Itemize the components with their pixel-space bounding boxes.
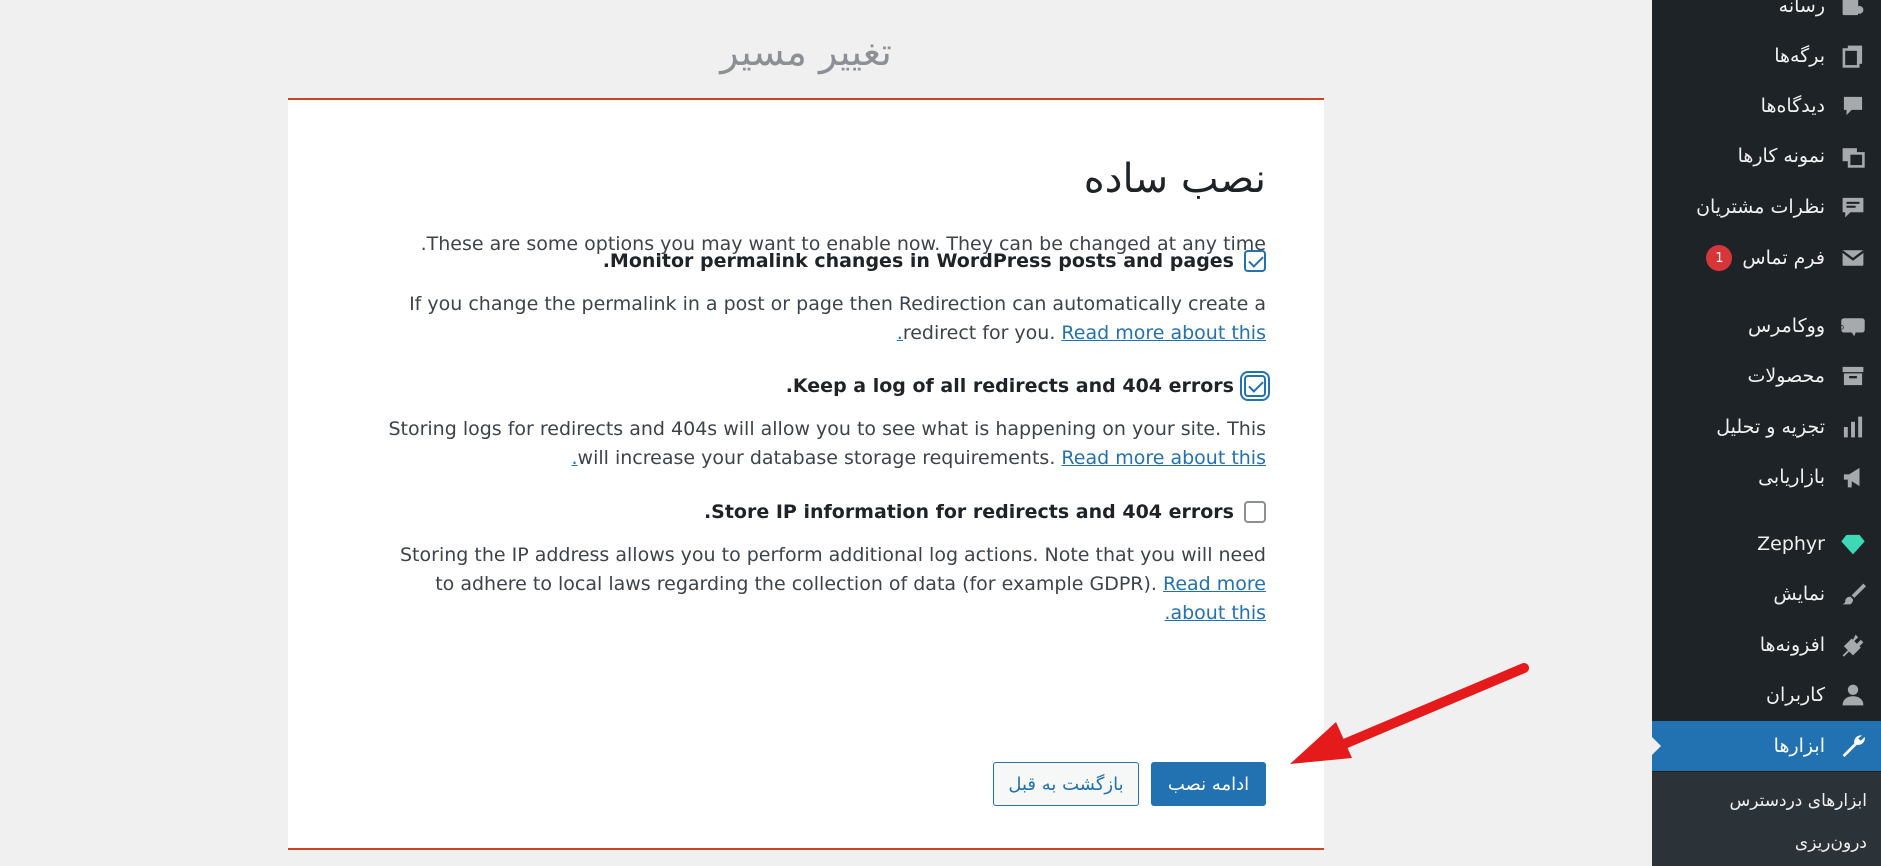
notification-badge: 1 <box>1706 245 1733 271</box>
setup-card: نصب ساده These are some options you may … <box>288 98 1324 850</box>
sidebar-item-users[interactable]: کاربران <box>1652 670 1881 720</box>
option-description: Storing the IP address allows you to per… <box>400 544 1266 624</box>
archive-icon <box>1839 362 1867 390</box>
pages-icon <box>1839 42 1867 70</box>
mail-icon <box>1839 244 1867 272</box>
store-ip-checkbox[interactable] <box>1244 501 1266 523</box>
go-back-button[interactable]: بازگشت به قبل <box>993 762 1139 806</box>
option-store-ip[interactable]: Store IP information for redirects and 4… <box>704 501 1266 523</box>
sidebar-item-tools[interactable]: ابزارها <box>1651 721 1881 771</box>
diamond-icon <box>1839 530 1867 558</box>
user-icon <box>1839 681 1867 709</box>
chart-bar-icon <box>1839 413 1867 441</box>
sidebar-item-zephyr[interactable]: Zephyr <box>1652 519 1881 569</box>
read-more-link[interactable]: Read more about this. <box>1163 573 1266 624</box>
card-heading: نصب ساده <box>1083 156 1266 202</box>
sidebar-item-media[interactable]: رسانه <box>1652 0 1881 31</box>
sidebar-item-pages[interactable]: برگه‌ها <box>1652 31 1881 81</box>
sidebar-item-contact-form[interactable]: فرم تماس 1 <box>1652 233 1881 283</box>
brush-icon <box>1839 580 1867 608</box>
sidebar-item-woocommerce[interactable]: woo ووکامرس <box>1652 301 1881 351</box>
submenu-item-import[interactable]: درون‌ریزی <box>1795 833 1867 853</box>
megaphone-icon <box>1839 463 1867 491</box>
portfolio-icon <box>1839 142 1867 170</box>
option-description: If you change the permalink in a post or… <box>409 293 1266 344</box>
option-label: Keep a log of all redirects and 404 erro… <box>785 375 1234 397</box>
monitor-permalinks-checkbox[interactable] <box>1244 250 1266 272</box>
plugin-icon <box>1839 631 1867 659</box>
option-label: Store IP information for redirects and 4… <box>703 501 1234 523</box>
option-description: Storing logs for redirects and 404s will… <box>388 418 1266 469</box>
testimonial-icon <box>1839 193 1867 221</box>
svg-text:woo: woo <box>1840 322 1844 331</box>
option-keep-log[interactable]: Keep a log of all redirects and 404 erro… <box>786 375 1266 397</box>
sidebar-item-comments[interactable]: دیدگاه‌ها <box>1652 81 1881 131</box>
sidebar-item-marketing[interactable]: بازاریابی <box>1652 452 1881 502</box>
sidebar-item-analytics[interactable]: تجزیه و تحلیل <box>1652 402 1881 452</box>
continue-setup-button[interactable]: ادامه نصب <box>1151 762 1266 806</box>
tools-submenu: ابزارهای دردسترس درون‌ریزی <box>1652 772 1881 866</box>
sidebar-item-products[interactable]: محصولات <box>1652 351 1881 401</box>
option-monitor-permalinks[interactable]: Monitor permalink changes in WordPress p… <box>603 250 1266 272</box>
sidebar-item-plugins[interactable]: افزونه‌ها <box>1652 620 1881 670</box>
woocommerce-icon: woo <box>1839 312 1867 340</box>
sidebar-item-appearance[interactable]: نمایش <box>1652 569 1881 619</box>
sidebar-item-testimonials[interactable]: نظرات مشتریان <box>1652 182 1881 232</box>
sidebar-item-portfolio[interactable]: نمونه کارها <box>1652 131 1881 181</box>
admin-sidebar: رسانه برگه‌ها دیدگاه‌ها نمونه کارها نظرا… <box>1651 0 1881 866</box>
option-label: Monitor permalink changes in WordPress p… <box>602 250 1234 272</box>
media-icon <box>1839 0 1867 20</box>
wrench-icon <box>1839 732 1867 760</box>
submenu-item-available-tools[interactable]: ابزارهای دردسترس <box>1730 791 1867 811</box>
comments-icon <box>1839 92 1867 120</box>
keep-log-checkbox[interactable] <box>1244 375 1266 397</box>
page-title: تغییر مسیر <box>720 30 892 74</box>
